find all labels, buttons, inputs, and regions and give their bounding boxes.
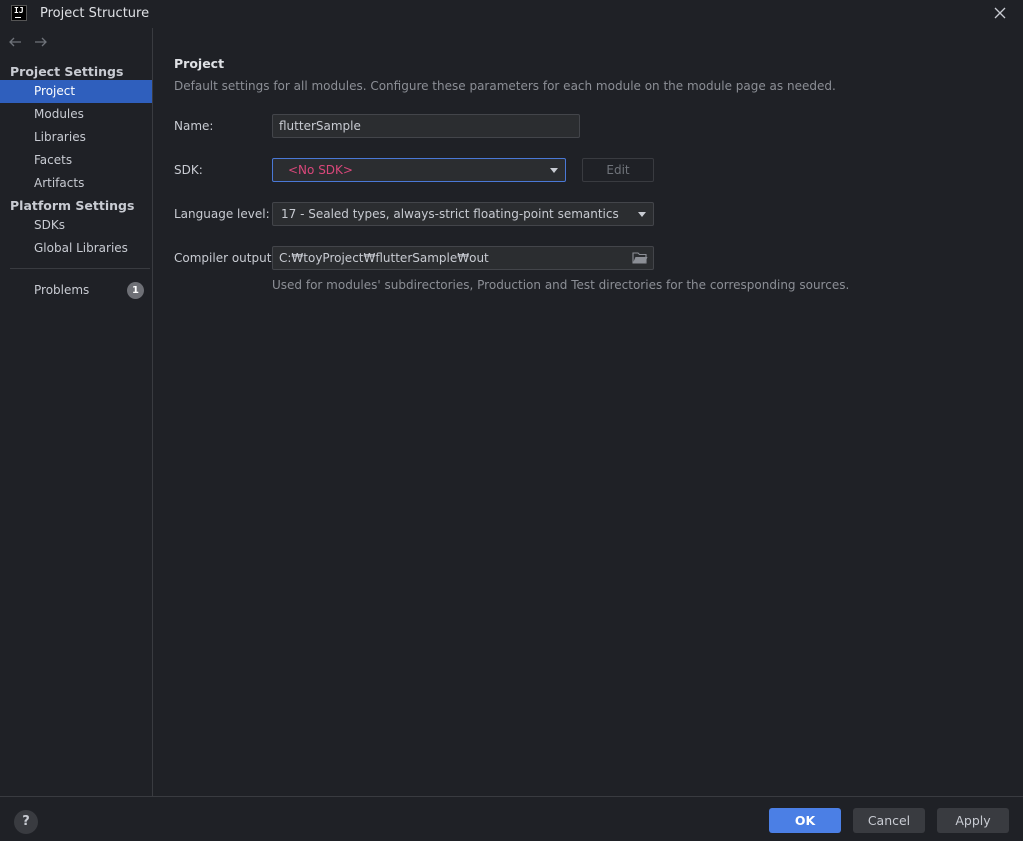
help-button[interactable]: ? bbox=[14, 810, 38, 834]
language-level-label: Language level: bbox=[174, 207, 270, 221]
main-panel: Project Default settings for all modules… bbox=[154, 28, 1023, 796]
sidebar-item-label: Facets bbox=[34, 153, 73, 167]
sidebar-item-label: Libraries bbox=[34, 130, 86, 144]
forward-arrow-icon[interactable] bbox=[33, 34, 49, 50]
sdk-edit-button[interactable]: Edit bbox=[582, 158, 654, 182]
sidebar-item-label: Project bbox=[34, 84, 76, 98]
cancel-button[interactable]: Cancel bbox=[853, 808, 925, 833]
sidebar: Project Settings Project Modules Librari… bbox=[0, 28, 153, 796]
sidebar-item-artifacts[interactable]: Artifacts bbox=[0, 172, 152, 195]
problems-count-badge: 1 bbox=[127, 282, 144, 299]
sidebar-item-modules[interactable]: Modules bbox=[0, 103, 152, 126]
name-label: Name: bbox=[174, 119, 214, 133]
sidebar-item-label: Global Libraries bbox=[34, 241, 128, 255]
compiler-output-label: Compiler output: bbox=[174, 251, 276, 265]
folder-icon[interactable] bbox=[632, 251, 648, 265]
sidebar-item-libraries[interactable]: Libraries bbox=[0, 126, 152, 149]
sidebar-item-problems[interactable]: Problems 1 bbox=[0, 279, 152, 302]
ok-button[interactable]: OK bbox=[769, 808, 841, 833]
back-arrow-icon[interactable] bbox=[7, 34, 23, 50]
sdk-label: SDK: bbox=[174, 163, 203, 177]
sidebar-divider bbox=[10, 268, 150, 269]
close-icon[interactable] bbox=[992, 5, 1008, 21]
intellij-logo-icon: IJ bbox=[11, 5, 27, 21]
sidebar-item-label: Modules bbox=[34, 107, 84, 121]
name-input[interactable]: flutterSample bbox=[272, 114, 580, 138]
language-level-dropdown[interactable]: 17 - Sealed types, always-strict floatin… bbox=[272, 202, 654, 226]
window-title: Project Structure bbox=[40, 6, 150, 21]
compiler-output-hint: Used for modules' subdirectories, Produc… bbox=[272, 278, 850, 292]
language-level-value: 17 - Sealed types, always-strict floatin… bbox=[281, 207, 619, 221]
title-bar: IJ Project Structure bbox=[0, 0, 1023, 28]
sidebar-item-facets[interactable]: Facets bbox=[0, 149, 152, 172]
chevron-down-icon bbox=[638, 212, 646, 217]
apply-button[interactable]: Apply bbox=[937, 808, 1009, 833]
project-settings-header: Project Settings bbox=[10, 64, 124, 79]
sdk-value: <No SDK> bbox=[288, 163, 353, 177]
platform-settings-header: Platform Settings bbox=[10, 198, 135, 213]
sidebar-item-label: Artifacts bbox=[34, 176, 85, 190]
sidebar-item-label: SDKs bbox=[34, 218, 65, 232]
page-description: Default settings for all modules. Config… bbox=[174, 79, 836, 93]
dialog-footer: ? OK Cancel Apply bbox=[0, 796, 1023, 841]
compiler-output-value: C:₩toyProject₩flutterSample₩out bbox=[279, 251, 489, 265]
sidebar-item-project[interactable]: Project bbox=[0, 80, 152, 103]
sdk-dropdown[interactable]: <No SDK> bbox=[272, 158, 566, 182]
compiler-output-input[interactable]: C:₩toyProject₩flutterSample₩out bbox=[272, 246, 654, 270]
page-title: Project bbox=[174, 56, 225, 71]
sidebar-item-global-libraries[interactable]: Global Libraries bbox=[0, 237, 152, 260]
sidebar-item-sdks[interactable]: SDKs bbox=[0, 214, 152, 237]
sidebar-item-label: Problems bbox=[34, 283, 90, 297]
chevron-down-icon bbox=[550, 168, 558, 173]
